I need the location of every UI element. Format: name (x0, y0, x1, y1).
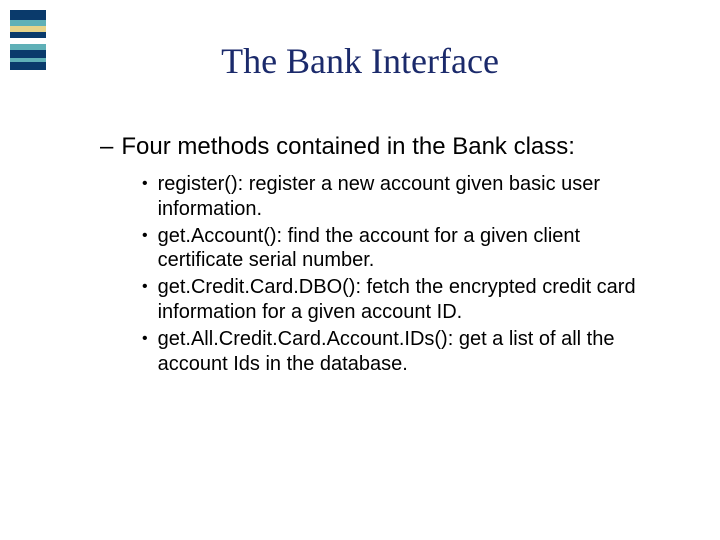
level1-item: – Four methods contained in the Bank cla… (100, 132, 660, 162)
list-item: • get.All.Credit.Card.Account.IDs(): get … (142, 327, 642, 377)
slide: The Bank Interface – Four methods contai… (0, 0, 720, 540)
level2-list: • register(): register a new account give… (142, 172, 642, 376)
dash-bullet-icon: – (100, 132, 113, 162)
bullet-icon: • (142, 226, 148, 246)
bullet-icon: • (142, 174, 148, 194)
bullet-icon: • (142, 277, 148, 297)
list-item-text: register(): register a new account given… (158, 172, 642, 222)
list-item-text: get.Credit.Card.DBO(): fetch the encrypt… (158, 275, 642, 325)
bullet-icon: • (142, 329, 148, 349)
slide-body: – Four methods contained in the Bank cla… (100, 132, 660, 378)
list-item: • register(): register a new account give… (142, 172, 642, 222)
slide-title: The Bank Interface (0, 40, 720, 82)
stripe (10, 10, 46, 20)
list-item-text: get.Account(): find the account for a gi… (158, 224, 642, 274)
level1-text: Four methods contained in the Bank class… (121, 132, 575, 162)
list-item: • get.Credit.Card.DBO(): fetch the encryp… (142, 275, 642, 325)
list-item: • get.Account(): find the account for a g… (142, 224, 642, 274)
list-item-text: get.All.Credit.Card.Account.IDs(): get a… (158, 327, 642, 377)
